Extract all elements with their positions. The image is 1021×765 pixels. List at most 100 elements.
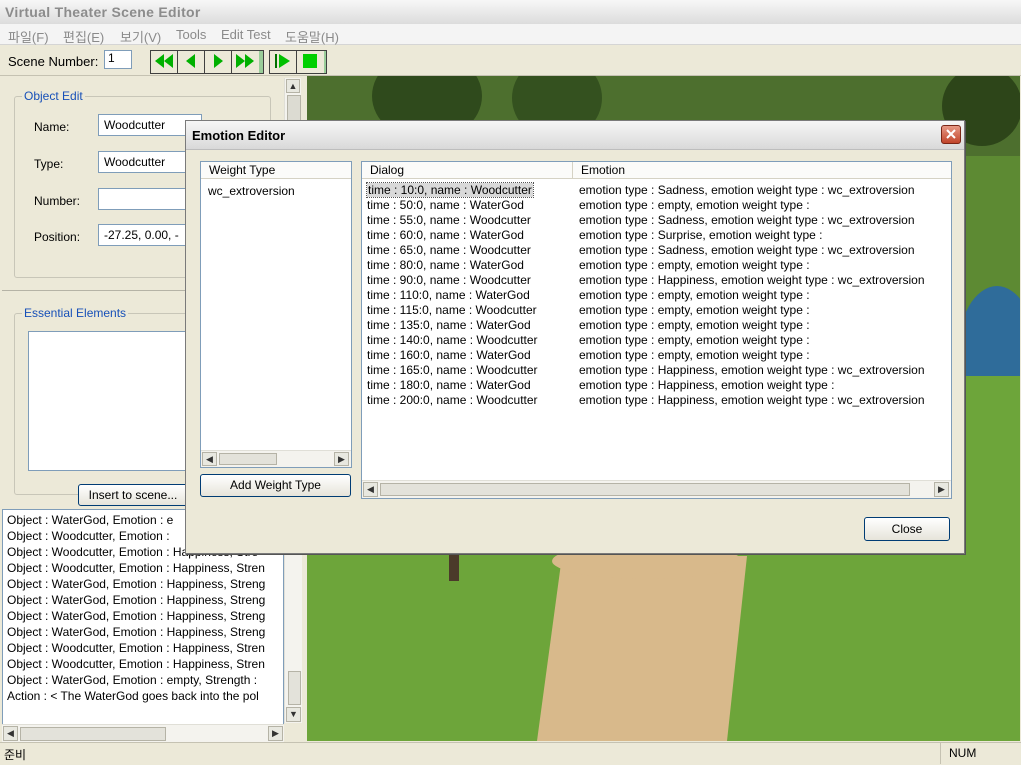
log-line: Object : Woodcutter, Emotion : Happiness… xyxy=(7,657,265,671)
emotion-cell[interactable]: emotion type : Happiness, emotion weight… xyxy=(579,378,834,392)
log-line: Object : WaterGod, Emotion : Happiness, … xyxy=(7,577,266,591)
close-button[interactable]: Close xyxy=(864,517,950,541)
number-label: Number: xyxy=(34,194,81,208)
scroll-thumb[interactable] xyxy=(20,727,166,741)
type-label: Type: xyxy=(34,157,64,171)
name-label: Name: xyxy=(34,120,70,134)
playback-group xyxy=(269,50,327,74)
insert-to-scene-button[interactable]: Insert to scene... xyxy=(78,484,188,506)
emotion-cell[interactable]: emotion type : Sadness, emotion weight t… xyxy=(579,243,915,257)
scroll-thumb[interactable] xyxy=(380,483,910,496)
scroll-thumb[interactable] xyxy=(288,671,301,705)
log-line: Object : WaterGod, Emotion : Happiness, … xyxy=(7,625,266,639)
dialog-cell[interactable]: time : 200:0, name : Woodcutter xyxy=(367,393,538,407)
emotion-cell[interactable]: emotion type : empty, emotion weight typ… xyxy=(579,258,810,272)
dialog-emotion-list[interactable]: Dialog Emotion time : 10:0, name : Woodc… xyxy=(361,161,952,499)
dialog-title: Emotion Editor xyxy=(192,128,286,143)
last-scene-button[interactable] xyxy=(232,51,259,73)
prev-scene-button[interactable] xyxy=(178,51,205,73)
essential-elements-title: Essential Elements xyxy=(22,306,129,320)
dialog-cell[interactable]: time : 135:0, name : WaterGod xyxy=(367,318,531,332)
scene-number-input[interactable]: 1 xyxy=(104,50,132,69)
log-hscroll[interactable]: ◀ ▶ xyxy=(2,724,284,742)
emotion-column-header[interactable]: Emotion xyxy=(572,162,951,179)
dialog-cell[interactable]: time : 160:0, name : WaterGod xyxy=(367,348,531,362)
weight-type-item[interactable]: wc_extroversion xyxy=(208,184,295,198)
dialog-cell[interactable]: time : 165:0, name : Woodcutter xyxy=(367,363,538,377)
dialog-cell[interactable]: time : 65:0, name : Woodcutter xyxy=(367,243,531,257)
menu-edit-test[interactable]: Edit Test xyxy=(221,27,271,42)
scroll-left-icon[interactable]: ◀ xyxy=(202,452,217,466)
scroll-up-icon[interactable]: ▲ xyxy=(286,79,300,93)
log-line: Object : Woodcutter, Emotion : Happiness… xyxy=(7,641,265,655)
play-icon xyxy=(275,54,290,68)
fast-forward-icon xyxy=(236,54,254,68)
scroll-right-icon[interactable]: ▶ xyxy=(934,482,949,497)
object-edit-title: Object Edit xyxy=(22,89,85,103)
next-scene-button[interactable] xyxy=(205,51,232,73)
status-text: 준비 xyxy=(4,748,27,762)
scroll-down-icon[interactable]: ▼ xyxy=(286,707,301,722)
emotion-cell[interactable]: emotion type : empty, emotion weight typ… xyxy=(579,198,810,212)
dialog-title-bar: Emotion Editor xyxy=(186,121,964,150)
emotion-cell[interactable]: emotion type : Sadness, emotion weight t… xyxy=(579,213,915,227)
dialog-cell[interactable]: time : 180:0, name : WaterGod xyxy=(367,378,531,392)
emotion-cell[interactable]: emotion type : empty, emotion weight typ… xyxy=(579,348,810,362)
previous-icon xyxy=(186,54,195,68)
emotion-cell[interactable]: emotion type : empty, emotion weight typ… xyxy=(579,303,810,317)
title-bar: Virtual Theater Scene Editor xyxy=(0,0,1021,25)
scroll-right-icon[interactable]: ▶ xyxy=(268,726,283,741)
dialog-cell[interactable]: time : 55:0, name : Woodcutter xyxy=(367,213,531,227)
dialog-cell[interactable]: time : 10:0, name : Woodcutter xyxy=(366,182,534,198)
emotion-editor-dialog: Emotion Editor Weight Type wc_extroversi… xyxy=(185,120,965,554)
menu-view[interactable]: 보기(V) xyxy=(120,27,161,46)
play-button[interactable] xyxy=(270,51,297,73)
menu-help[interactable]: 도움말(H) xyxy=(285,27,339,46)
dialog-close-button[interactable] xyxy=(941,125,961,144)
dialog-column-header[interactable]: Dialog xyxy=(362,162,572,179)
log-line: Object : WaterGod, Emotion : empty, Stre… xyxy=(7,673,258,687)
dialog-cell[interactable]: time : 140:0, name : Woodcutter xyxy=(367,333,538,347)
scroll-right-icon[interactable]: ▶ xyxy=(334,452,349,466)
emotion-cell[interactable]: emotion type : empty, emotion weight typ… xyxy=(579,333,810,347)
menu-file[interactable]: 파일(F) xyxy=(8,27,49,46)
scroll-left-icon[interactable]: ◀ xyxy=(363,482,378,497)
log-line: Object : WaterGod, Emotion : Happiness, … xyxy=(7,609,266,623)
emotion-cell[interactable]: emotion type : Happiness, emotion weight… xyxy=(579,393,925,407)
emotion-cell[interactable]: emotion type : Happiness, emotion weight… xyxy=(579,363,925,377)
first-scene-button[interactable] xyxy=(151,51,178,73)
scroll-left-icon[interactable]: ◀ xyxy=(3,726,18,741)
navigation-group xyxy=(150,50,264,74)
emotion-cell[interactable]: emotion type : empty, emotion weight typ… xyxy=(579,318,810,332)
next-icon xyxy=(214,54,223,68)
position-label: Position: xyxy=(34,230,81,244)
close-icon xyxy=(946,129,956,139)
stop-icon xyxy=(303,54,317,68)
weight-list-hscroll[interactable]: ◀ ▶ xyxy=(201,450,351,467)
dialog-cell[interactable]: time : 50:0, name : WaterGod xyxy=(367,198,524,212)
emotion-cell[interactable]: emotion type : Sadness, emotion weight t… xyxy=(579,183,915,197)
log-line: Object : Woodcutter, Emotion : Happiness… xyxy=(7,561,265,575)
num-lock-indicator: NUM xyxy=(949,746,977,760)
essential-elements-list[interactable] xyxy=(28,331,190,471)
dialog-cell[interactable]: time : 115:0, name : Woodcutter xyxy=(367,303,537,317)
emotion-cell[interactable]: emotion type : empty, emotion weight typ… xyxy=(579,288,810,302)
weight-type-header[interactable]: Weight Type xyxy=(201,162,351,179)
dialog-cell[interactable]: time : 90:0, name : Woodcutter xyxy=(367,273,531,287)
dialog-list-hscroll[interactable]: ◀ ▶ xyxy=(362,480,951,498)
dialog-cell[interactable]: time : 80:0, name : WaterGod xyxy=(367,258,524,272)
stop-button[interactable] xyxy=(297,51,324,73)
log-line: Object : WaterGod, Emotion : Happiness, … xyxy=(7,593,266,607)
emotion-cell[interactable]: emotion type : Surprise, emotion weight … xyxy=(579,228,822,242)
emotion-cell[interactable]: emotion type : Happiness, emotion weight… xyxy=(579,273,925,287)
scroll-thumb[interactable] xyxy=(219,453,277,465)
add-weight-type-button[interactable]: Add Weight Type xyxy=(200,474,351,497)
menu-edit[interactable]: 편집(E) xyxy=(63,27,104,46)
dialog-cell[interactable]: time : 110:0, name : WaterGod xyxy=(367,288,530,302)
menu-tools[interactable]: Tools xyxy=(176,27,206,42)
weight-type-list[interactable]: Weight Type wc_extroversion ◀ ▶ xyxy=(200,161,352,468)
status-bar: 준비 NUM xyxy=(0,742,1021,765)
dialog-cell[interactable]: time : 60:0, name : WaterGod xyxy=(367,228,524,242)
log-line: Action : < The WaterGod goes back into t… xyxy=(7,689,259,703)
toolbar: Scene Number: 1 xyxy=(0,45,1021,76)
